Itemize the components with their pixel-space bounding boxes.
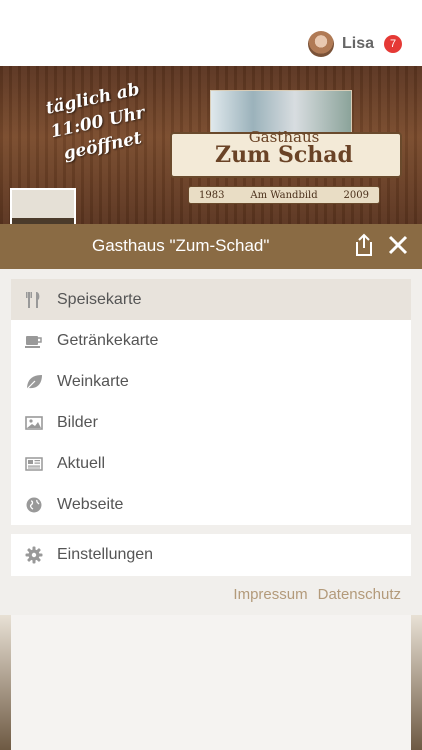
menu-item-getraenkekarte[interactable]: Getränkekarte: [11, 320, 411, 361]
user-profile[interactable]: Lisa 7: [307, 30, 402, 58]
datenschutz-link[interactable]: Datenschutz: [318, 586, 401, 603]
menu-item-label: Webseite: [57, 495, 124, 513]
menu-item-label: Getränkekarte: [57, 331, 159, 349]
menu-item-label: Bilder: [57, 413, 98, 431]
impressum-link[interactable]: Impressum: [233, 586, 307, 603]
header-banner: täglich ab 11:00 Uhr geöffnet Gasthaus Z…: [0, 66, 422, 254]
avatar[interactable]: [307, 31, 334, 57]
background-edge-right: [411, 615, 422, 750]
footer-links: Impressum Datenschutz: [233, 586, 401, 603]
cup-icon: [25, 332, 43, 350]
user-name[interactable]: Lisa: [342, 35, 374, 53]
newspaper-icon: [25, 455, 43, 473]
menu-item-label: Aktuell: [57, 454, 106, 472]
restaurant-logo: Gasthaus Zum Schad 1983 Am Wandbild 2009: [160, 84, 408, 208]
navigation-menu: Speisekarte Getränkekarte Weinkarte Bild…: [11, 279, 411, 525]
leaf-icon: [25, 373, 43, 391]
share-icon[interactable]: [352, 233, 376, 257]
settings-item[interactable]: Einstellungen: [11, 534, 411, 576]
logo-year-right: 2009: [343, 189, 369, 201]
venue-title: Gasthaus "Zum-Schad": [92, 236, 270, 255]
logo-title-line-2: Zum Schad: [215, 142, 353, 168]
notification-badge[interactable]: 7: [384, 35, 402, 53]
menu-item-webseite[interactable]: Webseite: [11, 484, 411, 525]
menu-item-speisekarte[interactable]: Speisekarte: [11, 279, 411, 320]
logo-subtitle: 1983 Am Wandbild 2009: [188, 186, 380, 204]
menu-item-label: Weinkarte: [57, 372, 129, 390]
menu-item-aktuell[interactable]: Aktuell: [11, 443, 411, 484]
close-icon[interactable]: [386, 233, 410, 257]
gear-icon: [25, 546, 43, 564]
title-bar: Gasthaus "Zum-Schad": [0, 224, 422, 269]
settings-label: Einstellungen: [57, 546, 154, 563]
menu-item-bilder[interactable]: Bilder: [11, 402, 411, 443]
background-edge-left: [0, 615, 11, 750]
top-bar: Lisa 7: [0, 0, 422, 66]
cutlery-icon: [25, 291, 43, 309]
menu-item-label: Speisekarte: [57, 290, 142, 308]
image-icon: [25, 414, 43, 432]
menu-item-weinkarte[interactable]: Weinkarte: [11, 361, 411, 402]
logo-sub-text: Am Wandbild: [250, 189, 318, 201]
opening-hours-slogan: täglich ab 11:00 Uhr geöffnet: [12, 71, 183, 175]
background-area: [0, 615, 422, 750]
globe-icon: [25, 496, 43, 514]
logo-year-left: 1983: [199, 189, 225, 201]
